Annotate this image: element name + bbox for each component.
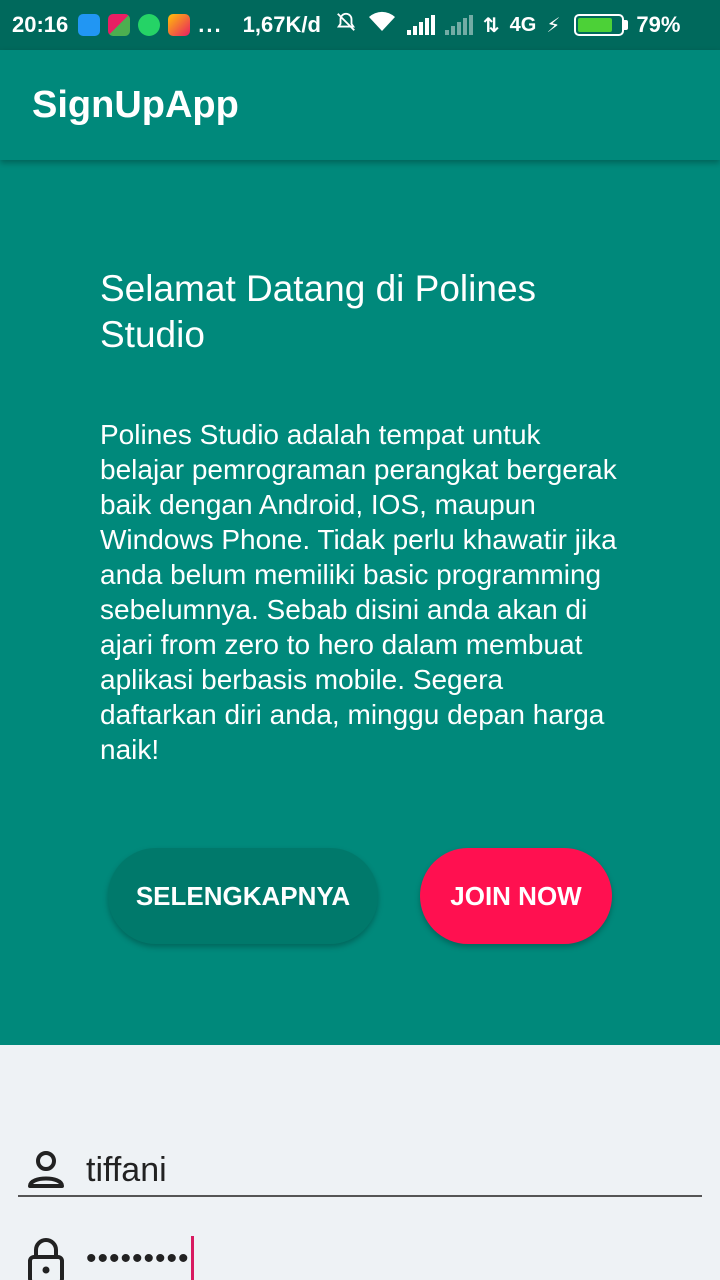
- more-notifications-indicator: ...: [198, 12, 223, 37]
- hero-section: Selamat Datang di Polines Studio Polines…: [0, 160, 720, 1045]
- app-bar: SignUpApp: [0, 50, 720, 160]
- alarm-off-icon: [335, 11, 357, 39]
- battery-percent: 79%: [636, 12, 681, 37]
- charging-icon: ⚡: [546, 14, 561, 37]
- welcome-description: Polines Studio adalah tempat untuk belaj…: [100, 419, 617, 765]
- whatsapp-icon: [138, 14, 161, 36]
- welcome-title: Selamat Datang di Polines Studio: [100, 268, 537, 355]
- notification-game-icon: [108, 14, 131, 36]
- person-icon: [22, 1146, 70, 1194]
- data-transfer-icon: ⇅: [482, 14, 500, 37]
- username-field[interactable]: tiffani: [18, 1145, 702, 1197]
- status-bar: 20:16 ... 1,67K/d ⇅ 4G ⚡ 79%: [0, 0, 720, 50]
- app-title: SignUpApp: [32, 83, 239, 126]
- battery-icon: [574, 14, 629, 36]
- username-value: tiffani: [86, 1150, 167, 1189]
- status-time: 20:16: [12, 12, 69, 37]
- signal-strength-secondary-icon: [444, 15, 473, 35]
- lock-icon: [22, 1235, 70, 1280]
- password-value: •••••••••: [86, 1242, 190, 1275]
- text-cursor: [190, 1236, 194, 1280]
- password-field[interactable]: •••••••••: [18, 1234, 702, 1280]
- notification-gallery-icon: [168, 14, 191, 36]
- join-now-button[interactable]: JOIN NOW: [420, 848, 612, 944]
- more-info-button[interactable]: SELENGKAPNYA: [108, 848, 378, 944]
- network-type: 4G: [509, 13, 537, 36]
- wifi-icon: [367, 11, 397, 39]
- signal-strength-icon: [406, 15, 435, 35]
- network-speed: 1,67K/d: [242, 12, 321, 37]
- notification-app-icon: [78, 14, 101, 36]
